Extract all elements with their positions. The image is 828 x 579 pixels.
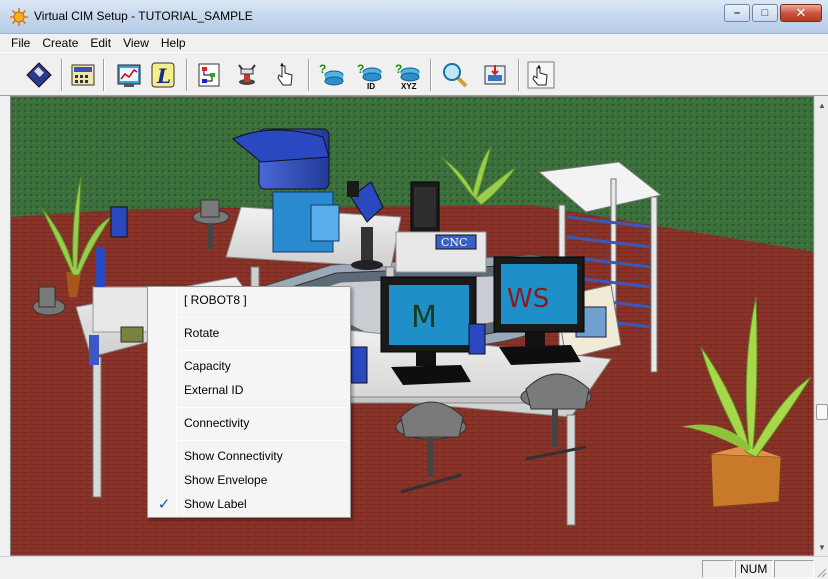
minimize-button[interactable]: –	[724, 4, 750, 22]
close-icon: ✕	[795, 5, 807, 20]
cim-cell-scene[interactable]: CNC M WS	[11, 97, 814, 556]
status-bar: NUM	[0, 556, 828, 579]
svg-text:ID: ID	[367, 82, 375, 90]
svg-text:▲: ▲	[536, 64, 542, 70]
minimize-icon: –	[733, 7, 741, 19]
menu-external-id[interactable]: External ID	[184, 383, 243, 397]
monitor-ws: WS	[493, 256, 585, 365]
toolbar-separator	[103, 59, 105, 91]
maximize-button[interactable]: □	[752, 4, 778, 22]
toolbar: L ▲ ? ? ID ? XYZ ▲	[0, 52, 828, 96]
menu-file[interactable]: File	[6, 34, 37, 52]
title-bar: Virtual CIM Setup - TUTORIAL_SAMPLE – □ …	[0, 0, 828, 34]
toolbar-separator	[61, 59, 63, 91]
menu-show-connectivity[interactable]: Show Connectivity	[184, 449, 283, 463]
query-xyz-icon[interactable]: ? XYZ	[390, 58, 424, 92]
context-menu-gutter	[176, 289, 177, 515]
num-lock-indicator: NUM	[735, 560, 773, 578]
menu-help[interactable]: Help	[156, 34, 193, 52]
toolbar-separator	[186, 59, 188, 91]
close-button[interactable]: ✕	[780, 4, 822, 22]
context-menu-header[interactable]: [ ROBOT8 ]	[184, 293, 247, 307]
svg-text:XYZ: XYZ	[401, 82, 417, 90]
menu-separator	[178, 407, 348, 408]
menu-connectivity[interactable]: Connectivity	[184, 416, 249, 430]
menu-bar: File Create Edit View Help	[0, 34, 828, 52]
menu-show-label[interactable]: Show Label	[184, 497, 247, 511]
blue-panel	[350, 346, 368, 384]
context-menu: [ ROBOT8 ] Rotate Capacity External ID C…	[147, 286, 351, 518]
magnify-icon[interactable]	[438, 58, 472, 92]
monitor-m-label: M	[411, 300, 437, 335]
vertical-scrollbar[interactable]: ▲ ▼	[814, 96, 828, 556]
scroll-up-icon[interactable]: ▲	[816, 98, 828, 112]
toolbar-separator	[308, 59, 310, 91]
monitor-m: M	[380, 276, 477, 385]
hand-pointer-icon[interactable]: ▲	[268, 58, 302, 92]
query-device-icon[interactable]: ?	[314, 58, 348, 92]
menu-separator	[178, 350, 348, 351]
status-pane-empty	[702, 560, 734, 578]
app-sun-icon	[10, 8, 28, 26]
chart-screen-icon[interactable]	[112, 58, 146, 92]
calculator-panel-icon[interactable]	[66, 58, 100, 92]
menu-edit[interactable]: Edit	[85, 34, 118, 52]
query-id-icon[interactable]: ? ID	[352, 58, 386, 92]
window-title: Virtual CIM Setup - TUTORIAL_SAMPLE	[34, 9, 253, 23]
menu-create[interactable]: Create	[37, 34, 85, 52]
hand-grab-icon[interactable]: ▲	[524, 58, 558, 92]
checkmark-icon: ✓	[157, 496, 171, 513]
cnc-sign-label: CNC	[441, 236, 467, 249]
export-screen-icon[interactable]	[478, 58, 512, 92]
save-disk-icon[interactable]	[22, 58, 56, 92]
robot-arm-icon[interactable]	[230, 58, 264, 92]
3d-viewport[interactable]: CNC M WS [ROBOT8] Rotate Capacity Exte…	[10, 96, 814, 556]
svg-text:▲: ▲	[279, 62, 285, 68]
toolbar-separator	[430, 59, 432, 91]
robot-program-l-icon[interactable]: L	[146, 58, 180, 92]
menu-view[interactable]: View	[118, 34, 156, 52]
scrollbar-thumb[interactable]	[816, 404, 828, 420]
flowchart-icon[interactable]	[192, 58, 226, 92]
menu-capacity[interactable]: Capacity	[184, 359, 231, 373]
menu-separator	[178, 317, 348, 318]
blue-panel	[468, 323, 486, 355]
menu-show-envelope[interactable]: Show Envelope	[184, 473, 267, 487]
maximize-icon: □	[761, 7, 769, 19]
monitor-ws-label: WS	[507, 284, 549, 314]
menu-separator	[178, 440, 348, 441]
toolbar-separator	[518, 59, 520, 91]
svg-text:L: L	[156, 64, 171, 88]
scroll-down-icon[interactable]: ▼	[816, 540, 828, 554]
resize-grip-icon[interactable]	[815, 566, 827, 578]
menu-rotate[interactable]: Rotate	[184, 326, 219, 340]
status-pane-empty	[774, 560, 814, 578]
